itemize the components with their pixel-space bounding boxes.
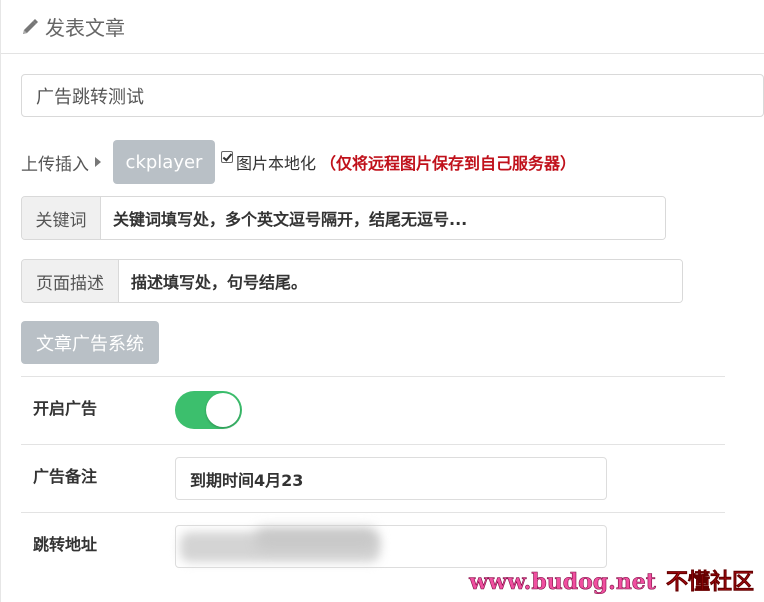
keywords-addon: 关键词 <box>22 197 101 239</box>
description-input-group: 页面描述 描述填写处，句号结尾。 <box>21 259 683 303</box>
keywords-input[interactable]: 关键词填写处，多个英文逗号隔开，结尾无逗号... <box>101 197 665 239</box>
watermark-url: www.budog.net <box>469 569 657 596</box>
toggle-knob <box>206 393 240 427</box>
localize-images-checkbox[interactable] <box>221 151 233 163</box>
caret-right-icon[interactable] <box>95 157 101 167</box>
panel-header: 发表文章 <box>1 0 764 54</box>
keywords-input-group: 关键词 关键词填写处，多个英文逗号隔开，结尾无逗号... <box>21 196 666 240</box>
ad-enable-row: 开启广告 <box>21 376 725 444</box>
ad-note-label: 广告备注 <box>33 467 98 486</box>
localize-images-note: （仅将远程图片保存到自己服务器） <box>320 154 577 173</box>
page-title: 发表文章 <box>45 16 125 40</box>
redirect-url-input[interactable] <box>175 525 607 568</box>
redacted-url-blur <box>256 528 376 550</box>
ad-enable-toggle[interactable] <box>175 391 242 429</box>
article-ad-system-button[interactable]: 文章广告系统 <box>21 321 159 364</box>
watermark-name: 不懂社区 <box>665 570 755 596</box>
description-addon: 页面描述 <box>22 260 119 302</box>
article-title-input[interactable]: 广告跳转测试 <box>21 74 764 117</box>
description-input[interactable]: 描述填写处，句号结尾。 <box>119 260 682 302</box>
pencil-icon <box>21 18 39 36</box>
ad-settings-table: 开启广告 广告备注 到期时间4月23 跳转地址 <box>21 376 725 582</box>
site-watermark: www.budog.net 不懂社区 <box>469 564 754 596</box>
upload-insert-label: 上传插入 <box>21 154 89 175</box>
ad-enable-label: 开启广告 <box>33 399 98 418</box>
localize-images-label: 图片本地化 <box>236 154 317 173</box>
redirect-url-label: 跳转地址 <box>33 535 98 554</box>
post-article-panel: 发表文章 广告跳转测试 上传插入 ckplayer 图片本地化 （仅将远程图片保… <box>0 0 764 602</box>
ckplayer-button[interactable]: ckplayer <box>113 140 215 184</box>
upload-row: 上传插入 ckplayer 图片本地化 （仅将远程图片保存到自己服务器） <box>21 140 576 184</box>
ad-note-input[interactable]: 到期时间4月23 <box>175 457 607 500</box>
ad-note-row: 广告备注 到期时间4月23 <box>21 444 725 512</box>
